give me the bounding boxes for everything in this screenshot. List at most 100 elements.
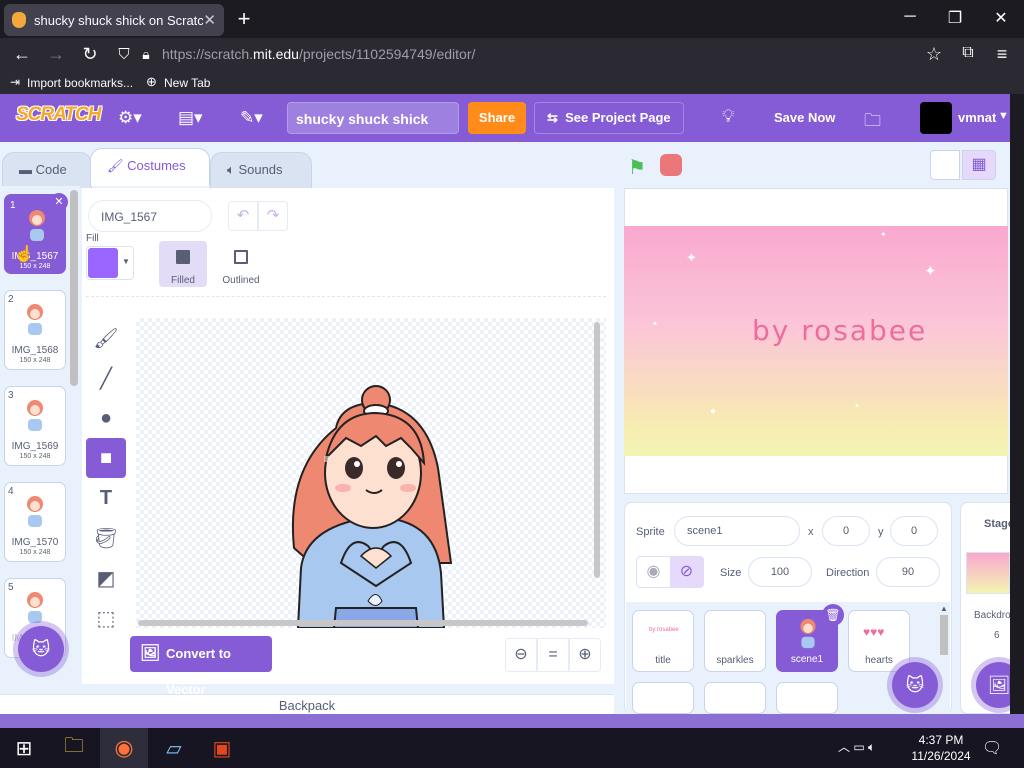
- bookmark-star-icon[interactable]: ☆: [922, 44, 946, 65]
- canvas-horizontal-scrollbar[interactable]: [138, 620, 588, 626]
- choose-sprite-cat-icon[interactable]: 🐱︎: [892, 662, 938, 708]
- show-eye-icon[interactable]: ◉: [637, 557, 670, 587]
- sprite-tile-row2-2[interactable]: [704, 682, 766, 714]
- toolbar-divider: [86, 296, 606, 297]
- lightbulb-icon[interactable]: 💡︎: [722, 106, 735, 127]
- zoom-in-icon[interactable]: ⊕: [569, 638, 601, 672]
- large-stage-toggle[interactable]: ▦: [962, 150, 996, 180]
- scratch-logo[interactable]: SCRATCH: [16, 104, 101, 126]
- zoom-reset-icon[interactable]: =: [537, 638, 569, 672]
- costume-tile-2[interactable]: 2 IMG_1568 150 x 248: [4, 290, 66, 370]
- tab-sounds[interactable]: 🔈︎ Sounds: [210, 152, 312, 188]
- delete-sprite-icon[interactable]: 🗑︎: [822, 604, 844, 626]
- sprite-name-input[interactable]: scene1: [674, 516, 800, 546]
- close-window-icon[interactable]: ✕: [986, 8, 1016, 28]
- sprite-tile-title[interactable]: by rosabee title: [632, 610, 694, 672]
- select-tool-icon[interactable]: ⬚: [86, 598, 126, 638]
- clock-date: 11/26/2024: [911, 749, 971, 763]
- file-menu-icon[interactable]: ▤▾: [178, 108, 203, 128]
- see-project-page-button[interactable]: ⇆ See Project Page: [534, 102, 684, 134]
- office-icon[interactable]: ▣: [198, 728, 246, 768]
- windows-start-icon[interactable]: ⊞: [0, 728, 48, 768]
- taskbar-clock[interactable]: 4:37 PM 11/26/2024: [906, 732, 976, 764]
- fill-bucket-tool-icon[interactable]: 🪣︎: [86, 518, 126, 558]
- costume-list-scrollbar[interactable]: [68, 190, 80, 680]
- tab-code[interactable]: ▬ Code: [2, 152, 92, 188]
- x-input[interactable]: 0: [822, 516, 870, 546]
- sparkle-icon: ✦: [652, 321, 658, 328]
- costume-scroll-thumb[interactable]: [70, 190, 78, 386]
- costume-tile-4[interactable]: 4 IMG_1570 150 x 248: [4, 482, 66, 562]
- convert-to-vector-button[interactable]: 🖼︎ Convert to Vector: [130, 636, 272, 697]
- eraser-tool-icon[interactable]: ◩: [86, 558, 126, 598]
- circle-tool-icon[interactable]: ●: [86, 398, 126, 438]
- size-input[interactable]: 100: [748, 557, 812, 587]
- firefox-icon[interactable]: ◉: [100, 728, 148, 768]
- undo-icon[interactable]: ↶: [228, 201, 258, 231]
- sprite-tile-row2-3[interactable]: [776, 682, 838, 714]
- brush-tool-icon[interactable]: 🖌︎: [86, 318, 126, 358]
- small-stage-toggle[interactable]: [930, 150, 960, 180]
- line-tool-icon[interactable]: ╱: [86, 358, 126, 398]
- delete-costume-icon[interactable]: ✕: [50, 193, 68, 211]
- backpack-bar[interactable]: Backpack: [0, 694, 614, 714]
- file-explorer-icon[interactable]: 🗀: [50, 728, 98, 768]
- back-icon[interactable]: ←: [10, 44, 34, 65]
- close-tab-icon[interactable]: ✕: [203, 11, 216, 29]
- costume-name-input[interactable]: IMG_1567: [88, 200, 212, 232]
- bookmark-new-tab[interactable]: New Tab: [164, 76, 210, 90]
- system-tray-icons[interactable]: ︿ ▭ 🔈︎: [838, 738, 875, 755]
- lock-icon[interactable]: 🔒︎: [134, 46, 158, 63]
- new-tab-button[interactable]: +: [232, 6, 256, 32]
- hide-eye-icon[interactable]: ⊘: [670, 557, 703, 587]
- fill-color-picker[interactable]: ▼: [86, 246, 134, 280]
- edit-pencil-icon[interactable]: ✎▾: [240, 108, 263, 128]
- avatar[interactable]: [920, 102, 952, 134]
- tab-costumes[interactable]: 🖌︎ Costumes: [90, 148, 210, 186]
- app-icon[interactable]: ▱: [150, 728, 198, 768]
- canvas-vertical-scrollbar[interactable]: [594, 322, 600, 578]
- page-horizontal-scrollbar[interactable]: [0, 714, 1024, 728]
- choose-costume-cat-icon[interactable]: 🐱︎: [18, 626, 64, 672]
- paint-canvas[interactable]: [136, 318, 606, 628]
- size-label: Size: [720, 567, 742, 579]
- sprite-tile-row2-1[interactable]: [632, 682, 694, 714]
- extensions-icon[interactable]: ⧉: [956, 44, 980, 62]
- username[interactable]: vmnat: [958, 110, 996, 125]
- costume-thumbnail: [27, 496, 43, 527]
- minimize-icon[interactable]: ─: [895, 8, 925, 26]
- stop-icon[interactable]: [660, 154, 682, 176]
- sprite-tile-hearts[interactable]: ♥♥♥ hearts: [848, 610, 910, 672]
- sprite-scroll-thumb[interactable]: [940, 615, 948, 655]
- account-chevron-down-icon[interactable]: ▼: [998, 110, 1009, 122]
- filled-mode-button[interactable]: Filled: [159, 241, 207, 287]
- my-stuff-folder-icon[interactable]: 🗀: [864, 108, 881, 137]
- rectangle-tool-icon[interactable]: ■: [86, 438, 126, 478]
- browser-tab[interactable]: shucky shuck shick on Scratch ✕: [4, 4, 224, 36]
- save-now-button[interactable]: Save Now: [774, 110, 835, 125]
- menu-icon[interactable]: ≡: [990, 44, 1014, 65]
- green-flag-icon[interactable]: ⚑: [628, 155, 646, 180]
- project-title-input[interactable]: shucky shuck shick: [287, 102, 459, 134]
- shield-icon[interactable]: ⛉: [112, 46, 136, 63]
- scratch-favicon-icon: [12, 12, 26, 28]
- sprite-tile-sparkles[interactable]: sparkles: [704, 610, 766, 672]
- forward-icon[interactable]: →: [44, 44, 68, 65]
- restore-icon[interactable]: ❐: [940, 8, 970, 28]
- settings-gear-icon[interactable]: ⚙▾: [118, 108, 142, 128]
- page-vertical-scrollbar[interactable]: [1010, 94, 1024, 714]
- bookmark-import[interactable]: Import bookmarks...: [27, 76, 133, 90]
- url-bar[interactable]: https://scratch.mit.edu/projects/1102594…: [162, 46, 475, 62]
- redo-icon[interactable]: ↷: [258, 201, 288, 231]
- scroll-up-icon[interactable]: ▲: [938, 604, 950, 613]
- share-button[interactable]: Share: [468, 102, 526, 134]
- costume-tile-3[interactable]: 3 IMG_1569 150 x 248: [4, 386, 66, 466]
- reload-icon[interactable]: ↻: [78, 44, 102, 65]
- text-tool-icon[interactable]: T: [86, 478, 126, 518]
- direction-input[interactable]: 90: [876, 557, 940, 587]
- y-input[interactable]: 0: [890, 516, 938, 546]
- notification-icon[interactable]: 🗨︎: [982, 738, 1002, 758]
- zoom-out-icon[interactable]: ⊖: [505, 638, 537, 672]
- outlined-mode-button[interactable]: Outlined: [217, 241, 265, 287]
- sprite-list-scrollbar[interactable]: ▲: [938, 604, 950, 712]
